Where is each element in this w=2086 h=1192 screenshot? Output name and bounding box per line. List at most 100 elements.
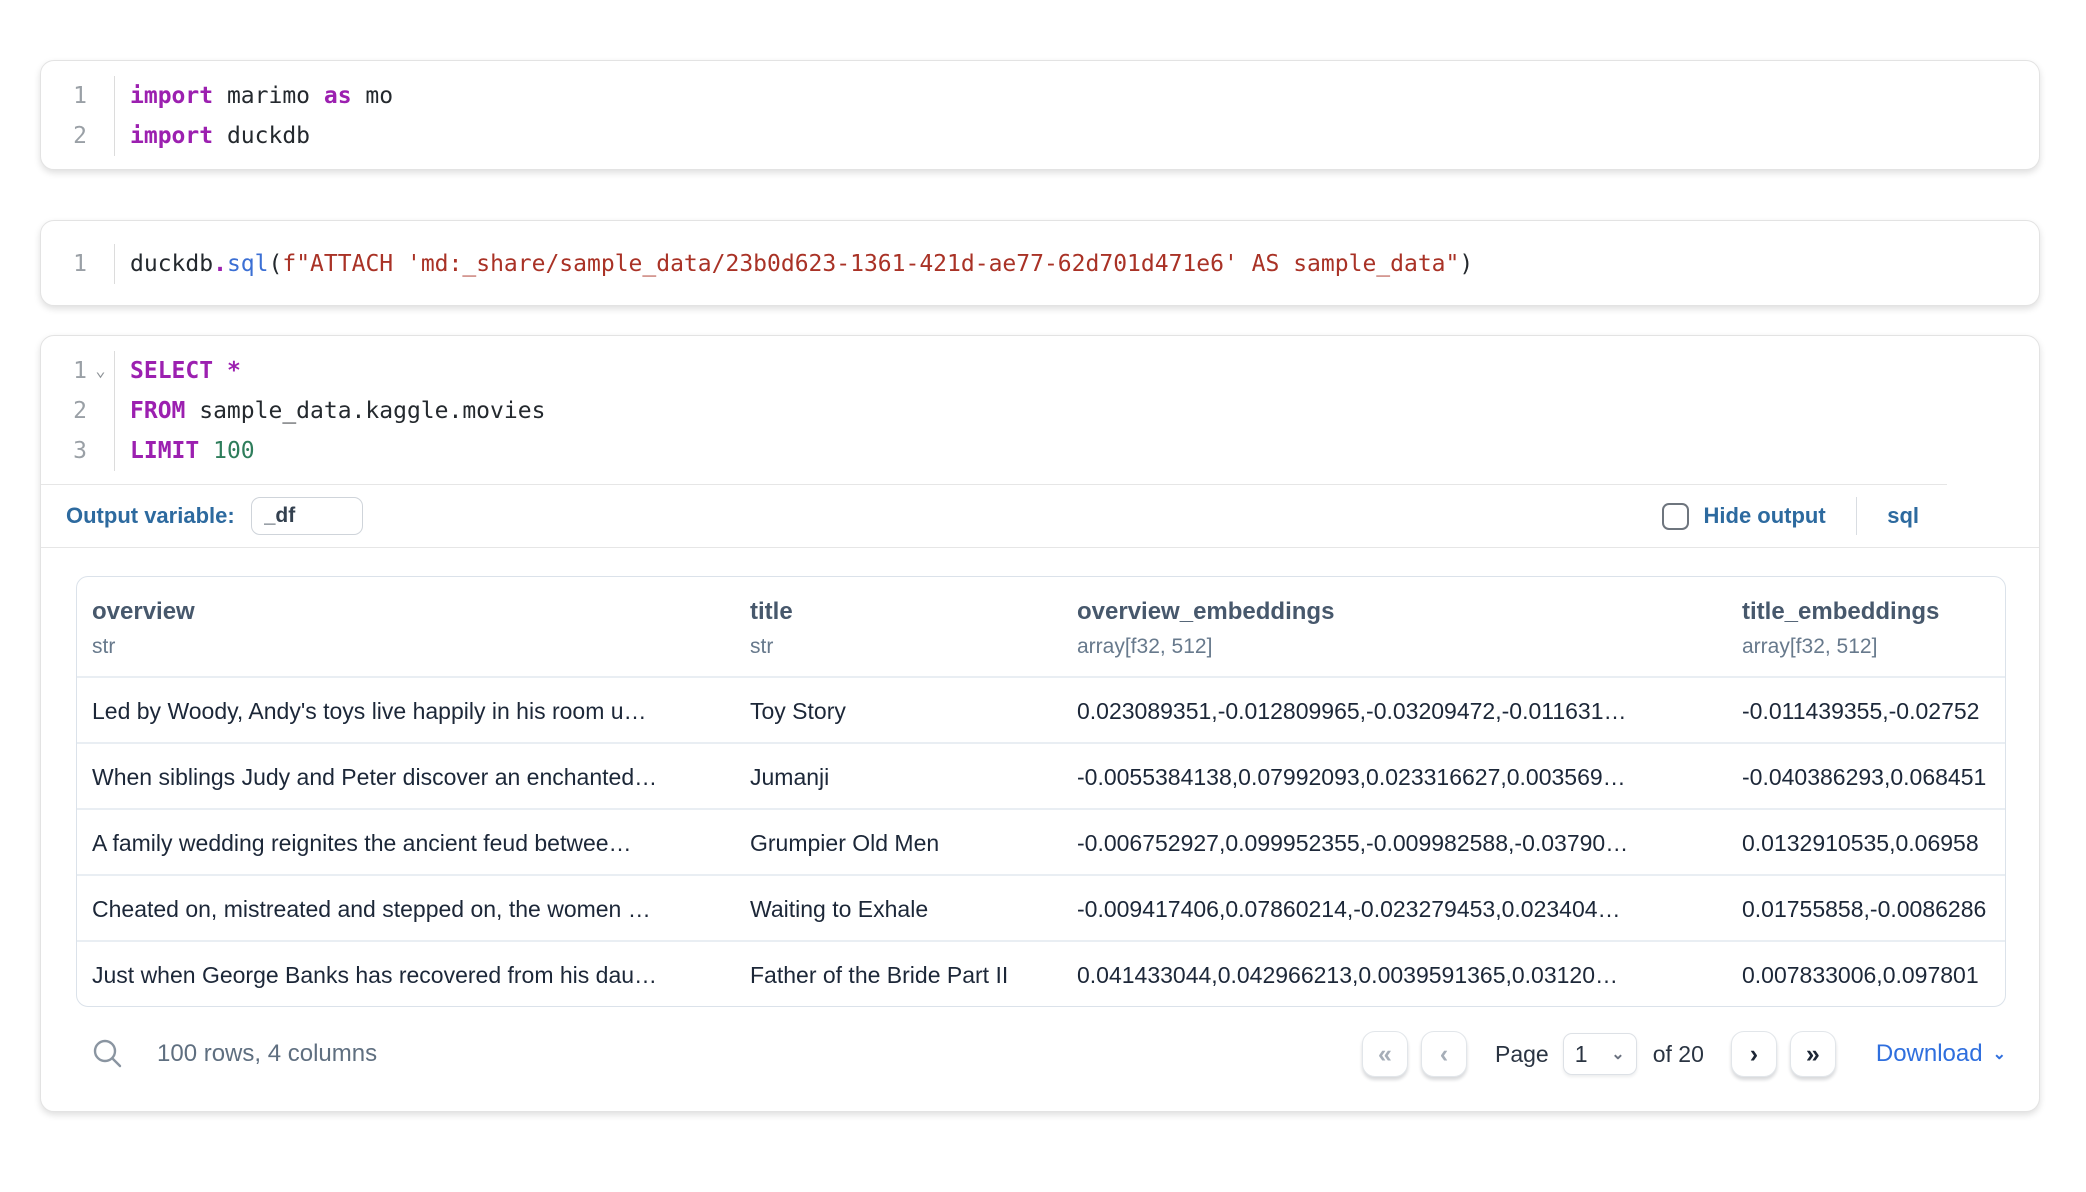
table-cell: A family wedding reignites the ancient f… bbox=[77, 808, 750, 874]
first-page-button[interactable]: « bbox=[1362, 1031, 1408, 1077]
fold-placeholder bbox=[87, 76, 114, 116]
code-line: import duckdb bbox=[130, 116, 2039, 156]
hide-output-checkbox[interactable] bbox=[1662, 503, 1689, 530]
search-icon[interactable] bbox=[91, 1037, 125, 1071]
column-type: str bbox=[750, 635, 1077, 659]
table-cell: Father of the Bride Part II bbox=[750, 940, 1077, 1006]
table-cell: 0.023089351,-0.012809965,-0.03209472,-0.… bbox=[1077, 676, 1742, 742]
code-token: duckdb bbox=[130, 251, 213, 277]
line-number: 3 bbox=[41, 431, 87, 471]
table-cell: When siblings Judy and Peter discover an… bbox=[77, 742, 750, 808]
code-token: sql bbox=[227, 251, 269, 277]
line-number: 2 bbox=[41, 116, 87, 156]
code-token bbox=[199, 438, 213, 464]
table-body: Led by Woody, Andy's toys live happily i… bbox=[77, 676, 2005, 1006]
column-name: overview_embeddings bbox=[1077, 598, 1742, 626]
previous-page-button[interactable]: ‹ bbox=[1421, 1031, 1467, 1077]
code-line: FROM sample_data.kaggle.movies bbox=[130, 391, 2039, 431]
language-badge[interactable]: sql bbox=[1887, 503, 1919, 529]
divider bbox=[1856, 497, 1858, 535]
code-token bbox=[213, 358, 227, 384]
fold-placeholder bbox=[87, 431, 114, 471]
code-token: 100 bbox=[213, 438, 255, 464]
column-type: str bbox=[92, 635, 750, 659]
column-name: title bbox=[750, 598, 1077, 626]
next-page-icon: › bbox=[1750, 1040, 1758, 1069]
code-token: * bbox=[227, 358, 241, 384]
column-header[interactable]: title_embeddingsarray[f32, 512] bbox=[1742, 577, 2005, 676]
column-type: array[f32, 512] bbox=[1077, 635, 1742, 659]
table-cell: Jumanji bbox=[750, 742, 1077, 808]
line-number-gutter: 123 bbox=[41, 351, 87, 471]
code-line: duckdb.sql(f"ATTACH 'md:_share/sample_da… bbox=[130, 244, 2039, 284]
table-row: Just when George Banks has recovered fro… bbox=[77, 940, 2005, 1006]
table-cell: Led by Woody, Andy's toys live happily i… bbox=[77, 676, 750, 742]
code-fold-icon[interactable]: ⌄ bbox=[87, 351, 114, 391]
code-editor[interactable]: 123⌄SELECT *FROM sample_data.kaggle.movi… bbox=[41, 336, 2039, 484]
page-select-value: 1 bbox=[1575, 1041, 1588, 1068]
code-line: import marimo as mo bbox=[130, 76, 2039, 116]
table-cell: -0.009417406,0.07860214,-0.023279453,0.0… bbox=[1077, 874, 1742, 940]
code-token: f"ATTACH 'md:_share/sample_data/23b0d623… bbox=[282, 251, 1459, 277]
table-cell: -0.0055384138,0.07992093,0.023316627,0.0… bbox=[1077, 742, 1742, 808]
last-page-button[interactable]: » bbox=[1790, 1031, 1836, 1077]
table-row: When siblings Judy and Peter discover an… bbox=[77, 742, 2005, 808]
table-cell: Just when George Banks has recovered fro… bbox=[77, 940, 750, 1006]
page-select[interactable]: 1 ⌄ bbox=[1563, 1033, 1637, 1075]
table-cell: -0.011439355,-0.02752 bbox=[1742, 676, 2005, 742]
output-bar: Output variable: Hide output sql bbox=[41, 485, 2039, 547]
column-type: array[f32, 512] bbox=[1742, 635, 2005, 659]
code-token: . bbox=[213, 251, 227, 277]
code-token: ) bbox=[1459, 251, 1473, 277]
line-number: 2 bbox=[41, 391, 87, 431]
page-label: Page bbox=[1495, 1041, 1549, 1068]
sql-cell: 123⌄SELECT *FROM sample_data.kaggle.movi… bbox=[40, 335, 2040, 1112]
code-editor[interactable]: 12import marimo as moimport duckdb bbox=[41, 61, 2039, 169]
table-cell: 0.007833006,0.097801 bbox=[1742, 940, 2005, 1006]
code-token: SELECT bbox=[130, 358, 213, 384]
column-header[interactable]: overview str bbox=[77, 577, 750, 676]
fold-gutter: ⌄ bbox=[87, 351, 114, 471]
code-token: as bbox=[324, 83, 352, 109]
code-lines: SELECT *FROM sample_data.kaggle.moviesLI… bbox=[114, 351, 2039, 471]
download-button[interactable]: Download ⌄ bbox=[1876, 1040, 2006, 1068]
table-wrap: overviewstrtitlestroverview_embeddingsar… bbox=[41, 548, 2039, 1007]
fold-gutter bbox=[87, 244, 114, 284]
line-number: 1 bbox=[41, 351, 87, 391]
hide-output-label[interactable]: Hide output bbox=[1704, 503, 1826, 529]
output-variable-input[interactable] bbox=[251, 497, 363, 535]
chevron-down-icon: ⌄ bbox=[1611, 1044, 1624, 1064]
table-cell: 0.041433044,0.042966213,0.0039591365,0.0… bbox=[1077, 940, 1742, 1006]
column-name: overview bbox=[92, 598, 750, 626]
first-page-icon: « bbox=[1378, 1040, 1392, 1069]
code-token: duckdb bbox=[213, 123, 310, 149]
table-row: Led by Woody, Andy's toys live happily i… bbox=[77, 676, 2005, 742]
code-cell-imports: 12import marimo as moimport duckdb bbox=[40, 60, 2040, 170]
result-table: overviewstrtitlestroverview_embeddingsar… bbox=[76, 576, 2006, 1007]
column-header[interactable]: overview_embeddings array[f32, 512] bbox=[1077, 577, 1742, 676]
fold-placeholder bbox=[87, 116, 114, 156]
code-line: SELECT * bbox=[130, 351, 2039, 391]
table-header-row: overviewstrtitlestroverview_embeddingsar… bbox=[77, 577, 2005, 676]
column-header[interactable]: title str bbox=[750, 577, 1077, 676]
table-cell: Grumpier Old Men bbox=[750, 808, 1077, 874]
line-number-gutter: 1 bbox=[41, 244, 87, 284]
code-token: import bbox=[130, 83, 213, 109]
code-lines: import marimo as moimport duckdb bbox=[114, 76, 2039, 156]
line-number: 1 bbox=[41, 76, 87, 116]
table-cell: Waiting to Exhale bbox=[750, 874, 1077, 940]
table-cell: Cheated on, mistreated and stepped on, t… bbox=[77, 874, 750, 940]
table-footer: 100 rows, 4 columns « ‹ Page 1 ⌄ of 20 ›… bbox=[41, 1007, 2039, 1111]
table-cell: 0.0132910535,0.06958 bbox=[1742, 808, 2005, 874]
previous-page-icon: ‹ bbox=[1440, 1040, 1448, 1069]
code-lines: duckdb.sql(f"ATTACH 'md:_share/sample_da… bbox=[114, 244, 2039, 284]
code-token: FROM bbox=[130, 398, 185, 424]
code-editor[interactable]: 1 duckdb.sql(f"ATTACH 'md:_share/sample_d… bbox=[41, 221, 2039, 305]
next-page-button[interactable]: › bbox=[1731, 1031, 1777, 1077]
code-token: LIMIT bbox=[130, 438, 199, 464]
table-row: Cheated on, mistreated and stepped on, t… bbox=[77, 874, 2005, 940]
code-token: import bbox=[130, 123, 213, 149]
code-cell-attach: 1 duckdb.sql(f"ATTACH 'md:_share/sample_d… bbox=[40, 220, 2040, 306]
line-number: 1 bbox=[41, 244, 87, 284]
output-variable-label: Output variable: bbox=[66, 503, 235, 529]
